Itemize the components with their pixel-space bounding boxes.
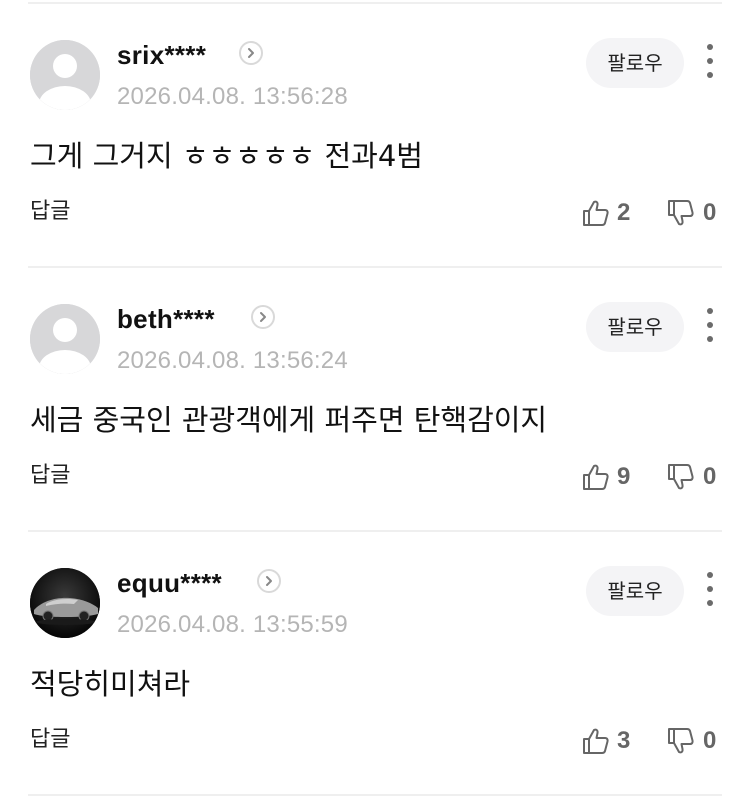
reply-button[interactable]: 답글 [30, 461, 70, 491]
comment-item: equu**** 2026.04.08. 13:55:59 팔로우 적당히미쳐라… [0, 528, 750, 792]
thumbs-down-icon [668, 728, 694, 754]
avatar[interactable] [30, 568, 100, 638]
comment-text: 세금 중국인 관광객에게 퍼주면 탄핵감이지 [30, 403, 548, 437]
comment-item: beth**** 2026.04.08. 13:56:24 팔로우 세금 중국인… [0, 264, 750, 528]
car-photo-avatar [30, 568, 100, 638]
more-options-icon[interactable] [698, 570, 722, 610]
profile-link-chevron-icon[interactable] [251, 305, 275, 329]
avatar[interactable] [30, 40, 100, 110]
avatar[interactable] [30, 304, 100, 374]
dislike-count: 0 [703, 727, 717, 754]
comment-timestamp: 2026.04.08. 13:55:59 [117, 611, 348, 638]
dislike-count: 0 [703, 463, 717, 490]
more-options-icon[interactable] [698, 42, 722, 82]
reply-button[interactable]: 답글 [30, 725, 70, 755]
comment-timestamp: 2026.04.08. 13:56:28 [117, 83, 348, 110]
comment-text: 적당히미쳐라 [30, 667, 191, 701]
username[interactable]: beth**** [117, 302, 215, 336]
default-avatar-icon [30, 304, 100, 374]
username[interactable]: equu**** [117, 566, 222, 600]
comment-text: 그게 그거지 ㅎㅎㅎㅎㅎ 전과4범 [30, 139, 423, 173]
comment-item: srix**** 2026.04.08. 13:56:28 팔로우 그게 그거지… [0, 0, 750, 264]
comment-timestamp: 2026.04.08. 13:56:24 [117, 347, 348, 374]
like-count: 3 [617, 727, 631, 754]
thumbs-down-icon [668, 464, 694, 490]
thumbs-up-icon [583, 200, 609, 226]
more-options-icon[interactable] [698, 306, 722, 346]
follow-button[interactable]: 팔로우 [586, 38, 684, 88]
follow-button[interactable]: 팔로우 [586, 302, 684, 352]
reply-button[interactable]: 답글 [30, 197, 70, 227]
dislike-count: 0 [703, 199, 717, 226]
thumbs-down-icon [668, 200, 694, 226]
follow-button[interactable]: 팔로우 [586, 566, 684, 616]
divider [28, 794, 722, 796]
like-count: 9 [617, 463, 631, 490]
profile-link-chevron-icon[interactable] [257, 569, 281, 593]
username[interactable]: srix**** [117, 38, 206, 72]
thumbs-up-icon [583, 728, 609, 754]
thumbs-up-icon [583, 464, 609, 490]
default-avatar-icon [30, 40, 100, 110]
like-count: 2 [617, 199, 631, 226]
profile-link-chevron-icon[interactable] [239, 41, 263, 65]
